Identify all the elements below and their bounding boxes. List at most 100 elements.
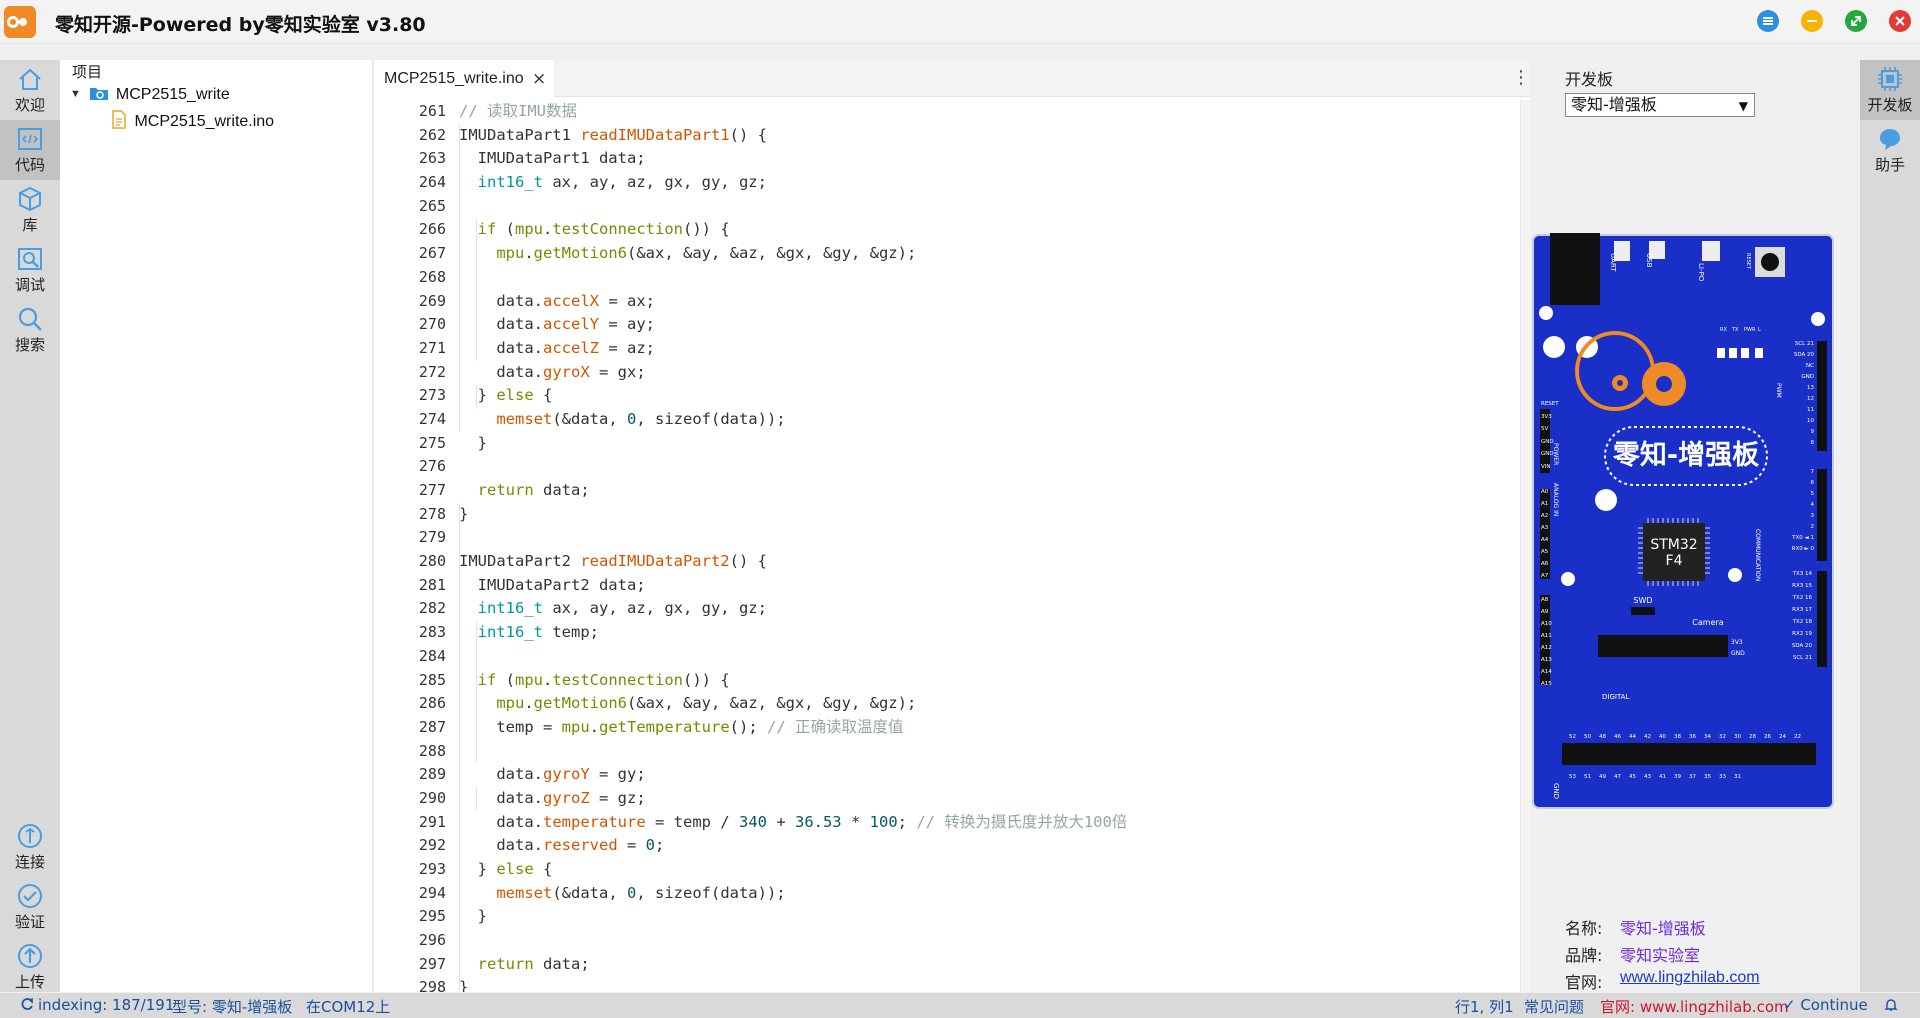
code-token: , sizeof(data)); (636, 883, 786, 902)
pwm-label: PWM (1775, 383, 1782, 398)
code-token: { (533, 860, 553, 878)
code-line: data.accelX = ax; (459, 290, 1519, 314)
project-tree: 项目 ▼ MCP2515_write MCP2515_write.ino (60, 60, 373, 992)
board-brand-row: 品牌: 零知实验室 (1565, 942, 1700, 966)
status-faq[interactable]: 常见问题 (1524, 996, 1584, 1017)
led-label: TX (1731, 327, 1739, 333)
code-line: int16_t temp; (459, 621, 1519, 645)
code-token: else (496, 860, 534, 878)
code-token: readIMUDataPart2 (580, 552, 730, 571)
chevron-down-icon[interactable]: ▼ (70, 88, 82, 100)
sync-icon (20, 996, 34, 1016)
code-token: mpu (515, 220, 544, 239)
nav-label: 上传 (14, 973, 45, 991)
status-model: 型号: 零知-增强板 (172, 998, 293, 1016)
editor-tab-bar: MCP2515_write.ino × ⋮ (374, 60, 1530, 97)
pin-label: A10 (1541, 621, 1552, 627)
code-token: mpu (561, 717, 590, 736)
tab-close-icon[interactable]: × (532, 69, 546, 89)
nav-welcome[interactable]: 欢迎 (0, 60, 60, 120)
code-line: data.gyroX = gx; (459, 361, 1519, 385)
code-line: } (459, 503, 1519, 527)
code-area[interactable]: // 读取IMU数据 IMUDataPart1 readIMUDataPart1(… (459, 100, 1519, 992)
nav-label: 欢迎 (14, 96, 45, 114)
code-token: return (477, 954, 534, 973)
nav-debug[interactable]: 调试 (0, 240, 60, 300)
pin-label: 47 (1614, 774, 1621, 780)
status-position[interactable]: 行1, 列1 (1455, 996, 1514, 1017)
nav-assistant[interactable]: 助手 (1860, 120, 1920, 180)
code-token: = az; (599, 338, 655, 357)
code-token: int16_t (477, 173, 543, 192)
line-number: 289 (418, 765, 446, 784)
pin-label: A1 (1541, 501, 1548, 507)
code-token: temperature (543, 812, 646, 831)
code-token: temp; (543, 623, 599, 642)
status-site[interactable]: 官网: www.lingzhilab.com (1600, 996, 1789, 1017)
code-line: } (459, 432, 1519, 456)
pin-label: A13 (1541, 657, 1552, 663)
nav-search[interactable]: 搜索 (0, 300, 60, 360)
nav-label: 搜索 (14, 336, 45, 354)
nav-board[interactable]: 开发板 (1860, 60, 1920, 120)
usb-label: USB (1645, 253, 1653, 268)
code-token: = temp / (645, 812, 739, 831)
code-token: = ay; (599, 315, 655, 334)
more-options-icon[interactable]: ⋮ (1512, 67, 1530, 88)
pin-label: 46 (1614, 734, 1621, 740)
status-continue[interactable]: ✓ Continue (1783, 996, 1868, 1014)
assistant-icon (1876, 126, 1904, 152)
board-select[interactable]: 零知-增强板 ▼ (1565, 93, 1755, 117)
pin-label: 32 (1719, 734, 1726, 740)
code-token: ax, ay, az, gx, gy, gz; (543, 173, 767, 192)
board-site-link[interactable]: www.lingzhilab.com (1620, 969, 1760, 987)
code-token: 0 (645, 836, 655, 855)
code-token: data. (459, 362, 543, 381)
pin-label: 7 (1811, 469, 1815, 475)
analog-label: ANALOG IN (1552, 483, 1559, 516)
line-number: 293 (418, 860, 446, 878)
pin-label: 43 (1644, 774, 1651, 780)
code-token: = gx; (589, 362, 646, 381)
code-token: int16_t (477, 599, 543, 618)
home-icon (16, 66, 44, 92)
app-window: 零知开源-Powered by零知实验室 v3.80 欢迎 代码 库 调试 搜索… (0, 0, 1920, 1018)
code-token: IMUDataPart2 (459, 552, 581, 571)
code-token: data; (533, 954, 590, 973)
pin-label: SDA 20 (1792, 643, 1813, 649)
code-line: IMUDataPart1 readIMUDataPart1() { (459, 124, 1519, 148)
line-number: 266 (418, 220, 446, 239)
nav-connect[interactable]: 连接 (0, 817, 60, 877)
nav-upload[interactable]: 上传 (0, 937, 60, 997)
maximize-icon[interactable] (1845, 10, 1867, 32)
close-icon[interactable] (1889, 10, 1911, 32)
code-token: else (496, 386, 534, 405)
editor-scrollbar[interactable] (1520, 100, 1530, 992)
code-token: = (617, 836, 646, 855)
menu-icon[interactable] (1757, 10, 1779, 32)
pin-label: 52 (1569, 734, 1576, 740)
code-token: } (459, 907, 487, 926)
minimize-icon[interactable] (1801, 10, 1823, 32)
tree-folder[interactable]: ▼ MCP2515_write (70, 85, 230, 104)
code-line: data.gyroY = gy; (459, 763, 1519, 787)
pin-label: 41 (1659, 774, 1666, 780)
editor-tab[interactable]: MCP2515_write.ino × (374, 60, 554, 97)
code-line: temp = mpu.getTemperature(); // 正确读取温度值 (459, 716, 1519, 740)
bell-icon[interactable] (1884, 997, 1898, 1017)
right-activity-bar: 开发板 助手 (1860, 60, 1920, 992)
file-icon (111, 110, 127, 129)
tree-file[interactable]: MCP2515_write.ino (111, 110, 274, 131)
pin-label: 13 (1807, 385, 1814, 391)
nav-code[interactable]: 代码 (0, 120, 60, 180)
status-port[interactable]: 在COM12上 (306, 996, 390, 1017)
nav-library[interactable]: 库 (0, 180, 60, 240)
nav-verify[interactable]: 验证 (0, 877, 60, 937)
